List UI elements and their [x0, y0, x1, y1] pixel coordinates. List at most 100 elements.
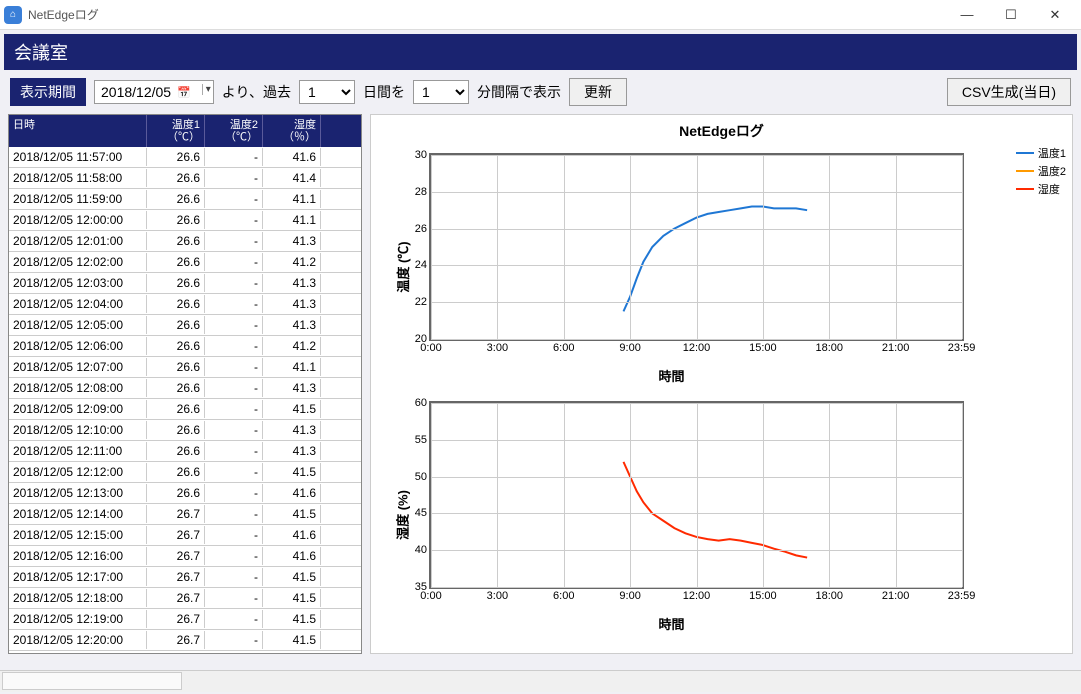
cell-humidity: 41.5: [263, 505, 321, 523]
cell-temp2: -: [205, 463, 263, 481]
cell-temp2: -: [205, 295, 263, 313]
th-temp2[interactable]: 温度2 （℃）: [205, 115, 263, 147]
table-row[interactable]: 2018/12/05 12:05:0026.6-41.3: [9, 315, 361, 336]
cell-date: 2018/12/05 12:02:00: [9, 253, 147, 271]
table-row[interactable]: 2018/12/05 12:19:0026.7-41.5: [9, 609, 361, 630]
label-funkan: 分間隔で表示: [477, 82, 561, 102]
temperature-chart: 温度 (℃) 2022242628300:003:006:009:0012:00…: [379, 143, 1064, 391]
cell-temp2: -: [205, 610, 263, 628]
maximize-button[interactable]: ☐: [989, 1, 1033, 29]
table-row[interactable]: 2018/12/05 12:14:0026.7-41.5: [9, 504, 361, 525]
table-row[interactable]: 2018/12/05 12:08:0026.6-41.3: [9, 378, 361, 399]
table-row[interactable]: 2018/12/05 12:01:0026.6-41.3: [9, 231, 361, 252]
table-row[interactable]: 2018/12/05 12:09:0026.6-41.5: [9, 399, 361, 420]
ytick: 45: [415, 507, 431, 519]
table-row[interactable]: 2018/12/05 12:17:0026.7-41.5: [9, 567, 361, 588]
cell-temp1: 26.7: [147, 631, 205, 649]
table-row[interactable]: 2018/12/05 12:10:0026.6-41.3: [9, 420, 361, 441]
cell-temp2: -: [205, 148, 263, 166]
xtick: 0:00: [420, 587, 441, 602]
cell-temp1: 26.6: [147, 400, 205, 418]
table-row[interactable]: 2018/12/05 12:12:0026.6-41.5: [9, 462, 361, 483]
cell-temp2: -: [205, 631, 263, 649]
table-row[interactable]: 2018/12/05 12:16:0026.7-41.6: [9, 546, 361, 567]
xlabel-humidity: 時間: [379, 614, 964, 633]
table-row[interactable]: 2018/12/05 12:20:0026.7-41.5: [9, 630, 361, 651]
date-picker[interactable]: 2018/12/05 📅: [94, 80, 214, 104]
cell-temp1: 26.6: [147, 421, 205, 439]
table-row[interactable]: 2018/12/05 12:11:0026.6-41.3: [9, 441, 361, 462]
window-title: NetEdgeログ: [28, 6, 945, 23]
cell-temp1: 26.7: [147, 547, 205, 565]
cell-date: 2018/12/05 11:57:00: [9, 148, 147, 166]
csv-button[interactable]: CSV生成(当日): [947, 78, 1071, 106]
cell-date: 2018/12/05 12:04:00: [9, 295, 147, 313]
xtick: 15:00: [749, 339, 777, 354]
days-select[interactable]: 1: [299, 80, 355, 104]
cell-temp2: -: [205, 232, 263, 250]
table-row[interactable]: 2018/12/05 11:57:0026.6-41.6: [9, 147, 361, 168]
cell-humidity: 41.5: [263, 400, 321, 418]
th-temp1[interactable]: 温度1 （℃）: [147, 115, 205, 147]
table-row[interactable]: 2018/12/05 12:03:0026.6-41.3: [9, 273, 361, 294]
table-row[interactable]: 2018/12/05 11:58:0026.6-41.4: [9, 168, 361, 189]
cell-temp1: 26.6: [147, 274, 205, 292]
cell-humidity: 41.6: [263, 547, 321, 565]
cell-date: 2018/12/05 12:05:00: [9, 316, 147, 334]
table-row[interactable]: 2018/12/05 12:15:0026.7-41.6: [9, 525, 361, 546]
cell-humidity: 41.5: [263, 631, 321, 649]
xtick: 9:00: [619, 587, 640, 602]
cell-temp1: 26.6: [147, 232, 205, 250]
close-button[interactable]: ✕: [1033, 1, 1077, 29]
table-row[interactable]: 2018/12/05 12:04:0026.6-41.3: [9, 294, 361, 315]
cell-humidity: 41.6: [263, 484, 321, 502]
ytick: 24: [415, 259, 431, 271]
cell-humidity: 41.4: [263, 169, 321, 187]
xtick: 6:00: [553, 339, 574, 354]
xtick: 6:00: [553, 587, 574, 602]
xtick: 23:59: [948, 587, 976, 602]
cell-temp1: 26.7: [147, 568, 205, 586]
xtick: 18:00: [815, 339, 843, 354]
table-row[interactable]: 2018/12/05 12:06:0026.6-41.2: [9, 336, 361, 357]
cell-temp2: -: [205, 316, 263, 334]
table-row[interactable]: 2018/12/05 12:02:0026.6-41.2: [9, 252, 361, 273]
xtick: 18:00: [815, 587, 843, 602]
update-button[interactable]: 更新: [569, 78, 627, 106]
xtick: 0:00: [420, 339, 441, 354]
th-date[interactable]: 日時: [9, 115, 147, 147]
cell-humidity: 41.3: [263, 421, 321, 439]
ytick: 40: [415, 544, 431, 556]
cell-temp2: -: [205, 190, 263, 208]
cell-temp1: 26.6: [147, 169, 205, 187]
interval-select[interactable]: 1: [413, 80, 469, 104]
cell-temp2: -: [205, 547, 263, 565]
ylabel-humidity: 湿度 (%): [392, 490, 411, 540]
th-humidity[interactable]: 湿度 （％）: [263, 115, 321, 147]
cell-date: 2018/12/05 12:12:00: [9, 463, 147, 481]
chart-title: NetEdgeログ: [379, 119, 1064, 143]
table-row[interactable]: 2018/12/05 12:13:0026.6-41.6: [9, 483, 361, 504]
cell-date: 2018/12/05 11:58:00: [9, 169, 147, 187]
table-row[interactable]: 2018/12/05 12:00:0026.6-41.1: [9, 210, 361, 231]
cell-date: 2018/12/05 12:13:00: [9, 484, 147, 502]
cell-temp2: -: [205, 589, 263, 607]
xtick: 12:00: [683, 339, 711, 354]
cell-humidity: 41.3: [263, 379, 321, 397]
cell-temp1: 26.6: [147, 337, 205, 355]
cell-date: 2018/12/05 12:20:00: [9, 631, 147, 649]
xlabel-temp: 時間: [379, 366, 964, 385]
cell-date: 2018/12/05 12:08:00: [9, 379, 147, 397]
table-body[interactable]: 2018/12/05 11:57:0026.6-41.62018/12/05 1…: [9, 147, 361, 653]
table-row[interactable]: 2018/12/05 12:18:0026.7-41.5: [9, 588, 361, 609]
cell-humidity: 41.1: [263, 190, 321, 208]
cell-temp1: 26.6: [147, 484, 205, 502]
period-label-button[interactable]: 表示期間: [10, 78, 86, 106]
table-row[interactable]: 2018/12/05 11:59:0026.6-41.1: [9, 189, 361, 210]
cell-temp2: -: [205, 484, 263, 502]
cell-humidity: 41.3: [263, 316, 321, 334]
table-row[interactable]: 2018/12/05 12:07:0026.6-41.1: [9, 357, 361, 378]
minimize-button[interactable]: —: [945, 1, 989, 29]
cell-temp1: 26.6: [147, 148, 205, 166]
cell-temp2: -: [205, 274, 263, 292]
